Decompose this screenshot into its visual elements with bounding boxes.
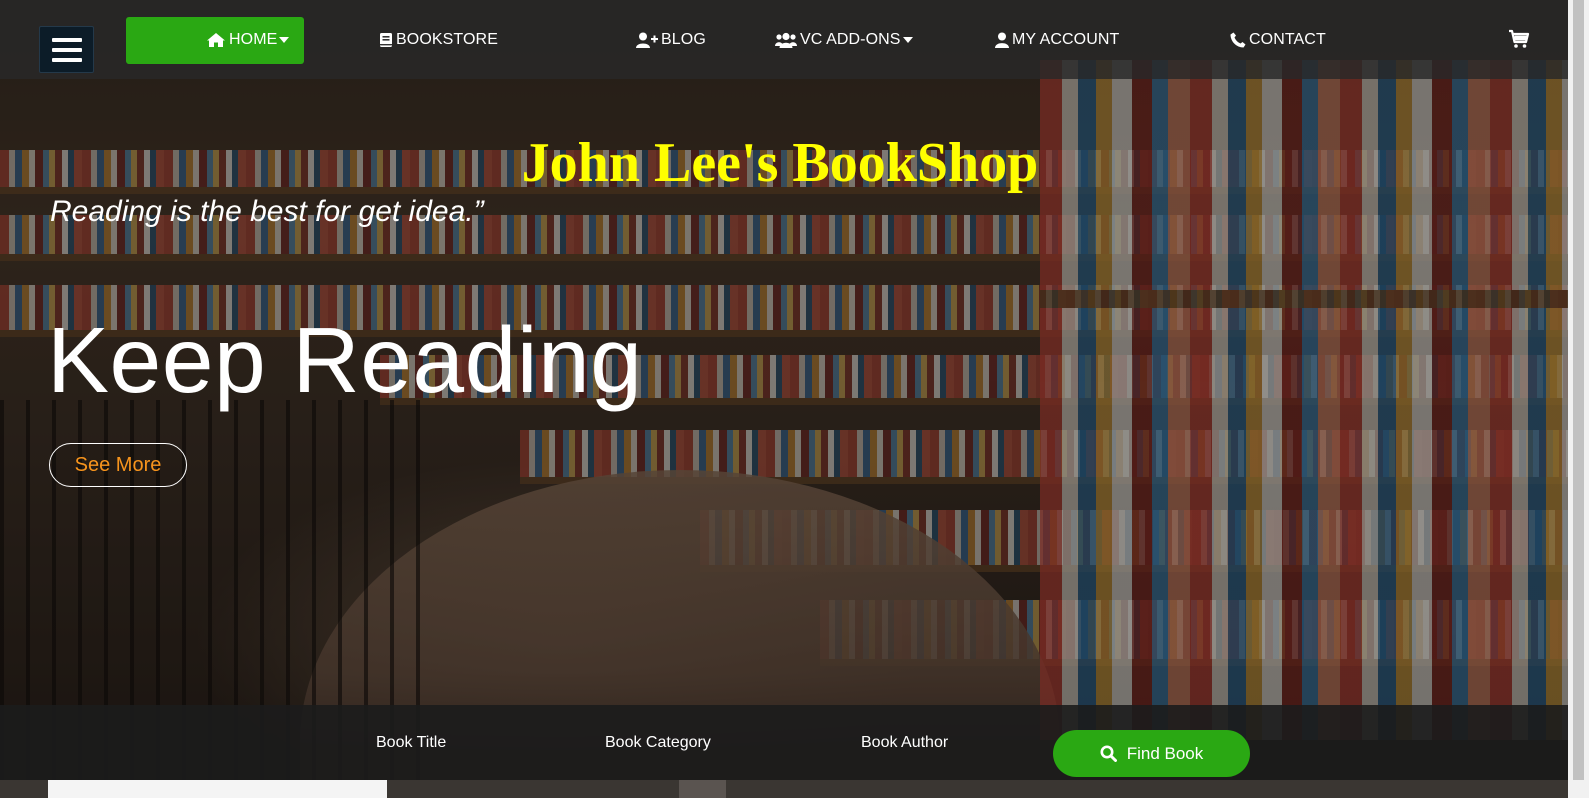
phone-icon [1230, 32, 1246, 48]
nav-item-label: HOME [229, 30, 278, 48]
users-icon [775, 32, 797, 48]
bottom-edge-strip [0, 780, 1568, 798]
nav-item-label: CONTACT [1249, 30, 1326, 48]
hamburger-line [51, 57, 82, 62]
bottom-strip-segment [679, 780, 726, 798]
shopping-cart-icon [1509, 29, 1530, 48]
bottom-strip-segment [48, 780, 387, 798]
book-category-field[interactable]: Book Category [605, 705, 711, 780]
book-search-bar [0, 705, 1568, 780]
hero-tagline: Reading is the best for get idea.” [50, 195, 484, 228]
find-book-button[interactable]: Find Book [1053, 730, 1250, 777]
home-icon [206, 32, 226, 48]
nav-item-label: BLOG [661, 30, 706, 48]
nav-item-label: BOOKSTORE [396, 30, 498, 48]
nav-item-blog[interactable]: BLOG [636, 0, 706, 79]
nav-item-bookstore[interactable]: BOOKSTORE [379, 0, 498, 79]
site-title: John Lee's BookShop [0, 131, 1568, 195]
book-author-field[interactable]: Book Author [861, 705, 948, 780]
see-more-button[interactable]: See More [49, 443, 187, 487]
user-plus-icon [636, 32, 658, 48]
nav-item-my-account[interactable]: MY ACCOUNT [995, 0, 1119, 79]
find-book-label: Find Book [1126, 743, 1204, 763]
chevron-down-icon [902, 36, 913, 43]
shopping-cart-button[interactable] [1508, 29, 1532, 51]
nav-item-vc-add-ons[interactable]: VC ADD-ONS [775, 0, 913, 79]
hamburger-menu-button[interactable] [39, 26, 94, 73]
nav-item-label: VC ADD-ONS [800, 30, 901, 48]
hamburger-line [51, 47, 82, 52]
scrollbar-thumb[interactable] [1573, 0, 1584, 780]
book-title-field[interactable]: Book Title [376, 705, 446, 780]
nav-item-contact[interactable]: CONTACT [1230, 0, 1326, 79]
vertical-scrollbar[interactable] [1568, 0, 1589, 798]
nav-item-label: MY ACCOUNT [1012, 30, 1120, 48]
search-icon [1100, 745, 1117, 762]
chevron-down-icon [279, 36, 290, 43]
hamburger-menu-icon [51, 37, 82, 42]
hero-headline: Keep Reading [47, 308, 643, 412]
book-icon [379, 32, 393, 48]
user-icon [995, 32, 1009, 48]
nav-item-home[interactable]: HOME [206, 0, 290, 79]
site-title-text: John Lee's BookShop [521, 132, 1039, 194]
